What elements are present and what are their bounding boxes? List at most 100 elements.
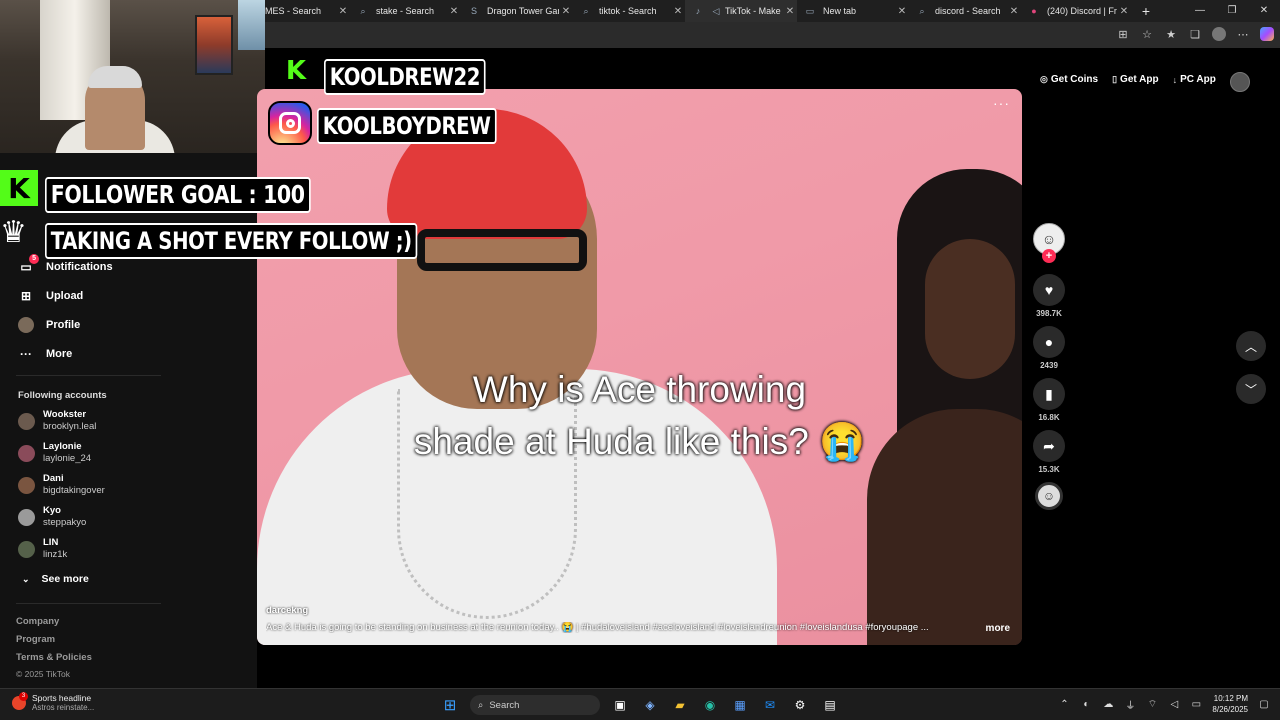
sidebar-item-upload[interactable]: ⊞ Upload bbox=[18, 288, 83, 304]
tab-discord-search[interactable]: ⌕ discord - Search ✕ bbox=[909, 0, 1021, 22]
taskbar-search[interactable]: ⌕ Search bbox=[470, 695, 600, 715]
close-icon[interactable]: ✕ bbox=[783, 6, 797, 17]
edge-icon[interactable]: ◉ bbox=[700, 695, 720, 715]
sidebar-item-label: More bbox=[46, 348, 73, 360]
wifi-icon[interactable]: ⌔ bbox=[1146, 698, 1158, 711]
speaker-icon[interactable]: ◁ bbox=[711, 6, 721, 16]
close-icon[interactable]: ✕ bbox=[1007, 6, 1021, 17]
get-coins-link[interactable]: ◎ Get Coins bbox=[1040, 74, 1098, 85]
tab-stake-search[interactable]: ⌕ stake - Search ✕ bbox=[350, 0, 461, 22]
close-icon[interactable]: ✕ bbox=[336, 6, 350, 17]
notification-center-icon[interactable]: ▢ bbox=[1258, 699, 1270, 710]
time: 10:12 PM bbox=[1213, 694, 1248, 703]
crown-icon: ♛ bbox=[0, 216, 27, 249]
video-caption-line-2: shade at Huda like this? 😭 bbox=[413, 421, 866, 462]
share-action[interactable]: ➦ 15.3K bbox=[1033, 430, 1065, 474]
tab-discord-friends[interactable]: ● (240) Discord | Frien ✕ bbox=[1021, 0, 1131, 22]
previous-video-button[interactable]: ︿ bbox=[1236, 331, 1266, 361]
music-disc-icon[interactable]: ☺ bbox=[1035, 482, 1063, 510]
favorites-icon[interactable]: ★ bbox=[1164, 27, 1178, 41]
close-window-icon[interactable]: ✕ bbox=[1248, 0, 1280, 22]
close-icon[interactable]: ✕ bbox=[559, 6, 573, 17]
tab-new-tab[interactable]: ▭ New tab ✕ bbox=[797, 0, 909, 22]
comment-action[interactable]: ● 2439 bbox=[1033, 326, 1065, 370]
minimize-icon[interactable]: — bbox=[1184, 0, 1216, 22]
follow-button[interactable]: + bbox=[1042, 249, 1056, 263]
bookmark-icon[interactable]: ▮ bbox=[1033, 378, 1065, 410]
account-handle: bigdtakingover bbox=[43, 485, 105, 496]
new-tab-button[interactable]: + bbox=[1131, 0, 1161, 22]
windows-start-icon[interactable]: ⊞ bbox=[440, 695, 460, 715]
video-menu-icon[interactable]: ··· bbox=[993, 95, 1010, 111]
close-icon[interactable]: ✕ bbox=[447, 6, 461, 17]
sidebar-item-profile[interactable]: Profile bbox=[18, 317, 80, 333]
following-account[interactable]: Dani bigdtakingover bbox=[18, 473, 105, 497]
steam-icon[interactable]: ⚙ bbox=[790, 695, 810, 715]
close-icon[interactable]: ✕ bbox=[1117, 6, 1131, 17]
news-widget[interactable]: 3 Sports headline Astros reinstate... bbox=[12, 691, 94, 712]
account-name: Laylonie bbox=[43, 441, 82, 452]
profile-avatar-icon[interactable] bbox=[1212, 27, 1226, 41]
tab-tiktok-make[interactable]: ♪ ◁ TikTok - Make ✕ bbox=[685, 0, 797, 22]
collections-icon[interactable]: ❏ bbox=[1188, 27, 1202, 41]
user-avatar[interactable] bbox=[1230, 72, 1250, 92]
footer-link-company[interactable]: Company bbox=[16, 616, 59, 627]
stake-icon: S bbox=[470, 6, 477, 16]
footer-link-program[interactable]: Program bbox=[16, 634, 55, 645]
avatar bbox=[18, 476, 35, 494]
tray-app-icon[interactable]: ◐ bbox=[1080, 699, 1092, 710]
favorite-star-icon[interactable]: ☆ bbox=[1140, 27, 1154, 41]
notification-badge: 5 bbox=[29, 254, 39, 264]
shot-rule: TAKING A SHOT EVERY FOLLOW ;) bbox=[45, 223, 418, 259]
video-player[interactable]: ··· Why is Ace throwing shade at Huda li… bbox=[257, 89, 1022, 645]
sidebar-item-more[interactable]: ··· More bbox=[18, 346, 72, 362]
restore-icon[interactable]: ❐ bbox=[1216, 0, 1248, 22]
pc-app-link[interactable]: ↓ PC App bbox=[1173, 74, 1216, 85]
account-handle: steppakyo bbox=[43, 517, 87, 528]
clock[interactable]: 10:12 PM 8/26/2025 bbox=[1212, 693, 1248, 715]
epic-games-icon[interactable]: ▤ bbox=[820, 695, 840, 715]
tab-dragon-tower[interactable]: S Dragon Tower Game ✕ bbox=[461, 0, 573, 22]
onedrive-icon[interactable]: ☁ bbox=[1102, 699, 1114, 710]
news-icon: 3 bbox=[12, 691, 28, 710]
video-author[interactable]: darcekng bbox=[266, 605, 308, 616]
battery-icon[interactable]: ▭ bbox=[1190, 699, 1202, 710]
file-explorer-icon[interactable]: ▰ bbox=[670, 695, 690, 715]
get-app-link[interactable]: ▯ Get App bbox=[1112, 74, 1158, 85]
next-video-button[interactable]: ﹀ bbox=[1236, 374, 1266, 404]
following-account[interactable]: Wookster brooklyn.leal bbox=[18, 409, 96, 433]
share-icon[interactable]: ➦ bbox=[1033, 430, 1065, 462]
usb-icon[interactable]: ⏚ bbox=[1124, 697, 1136, 712]
like-action[interactable]: ♥ 398.7K bbox=[1033, 274, 1065, 318]
comment-icon[interactable]: ● bbox=[1033, 326, 1065, 358]
browser-toolbar-icons: ⊞ ☆ ★ ❏ ⋯ bbox=[1116, 27, 1274, 41]
search-icon: ⌕ bbox=[478, 699, 484, 711]
discord-icon: ● bbox=[1031, 6, 1037, 16]
chevron-up-icon[interactable]: ⌃ bbox=[1058, 699, 1070, 710]
store-icon[interactable]: ▦ bbox=[730, 695, 750, 715]
settings-more-icon[interactable]: ⋯ bbox=[1236, 27, 1250, 41]
sidebar-item-notifications[interactable]: ▭ 5 Notifications bbox=[18, 254, 113, 275]
task-view-icon[interactable]: ▣ bbox=[610, 695, 630, 715]
footer-link-terms[interactable]: Terms & Policies bbox=[16, 652, 92, 663]
tab-label: tiktok - Search bbox=[599, 6, 657, 16]
avatar bbox=[18, 444, 35, 462]
close-icon[interactable]: ✕ bbox=[671, 6, 685, 17]
following-account[interactable]: Kyo steppakyo bbox=[18, 505, 86, 529]
see-more-label: See more bbox=[41, 573, 89, 585]
copilot-app-icon[interactable]: ◈ bbox=[640, 695, 660, 715]
tab-label: New tab bbox=[823, 6, 857, 16]
see-more-button[interactable]: ⌄ See more bbox=[22, 573, 89, 585]
copilot-icon[interactable] bbox=[1260, 27, 1274, 41]
save-action[interactable]: ▮ 16.8K bbox=[1033, 378, 1065, 422]
volume-icon[interactable]: ◁ bbox=[1168, 699, 1180, 710]
tab-label: (240) Discord | Frien bbox=[1047, 6, 1117, 16]
more-button[interactable]: more bbox=[986, 623, 1010, 634]
following-account[interactable]: Laylonie laylonie_24 bbox=[18, 441, 91, 465]
outlook-icon[interactable]: ✉ bbox=[760, 695, 780, 715]
heart-icon[interactable]: ♥ bbox=[1033, 274, 1065, 306]
tab-tiktok-search[interactable]: ⌕ tiktok - Search ✕ bbox=[573, 0, 685, 22]
app-available-icon[interactable]: ⊞ bbox=[1116, 27, 1130, 41]
following-account[interactable]: LIN linz1k bbox=[18, 537, 67, 561]
close-icon[interactable]: ✕ bbox=[895, 6, 909, 17]
